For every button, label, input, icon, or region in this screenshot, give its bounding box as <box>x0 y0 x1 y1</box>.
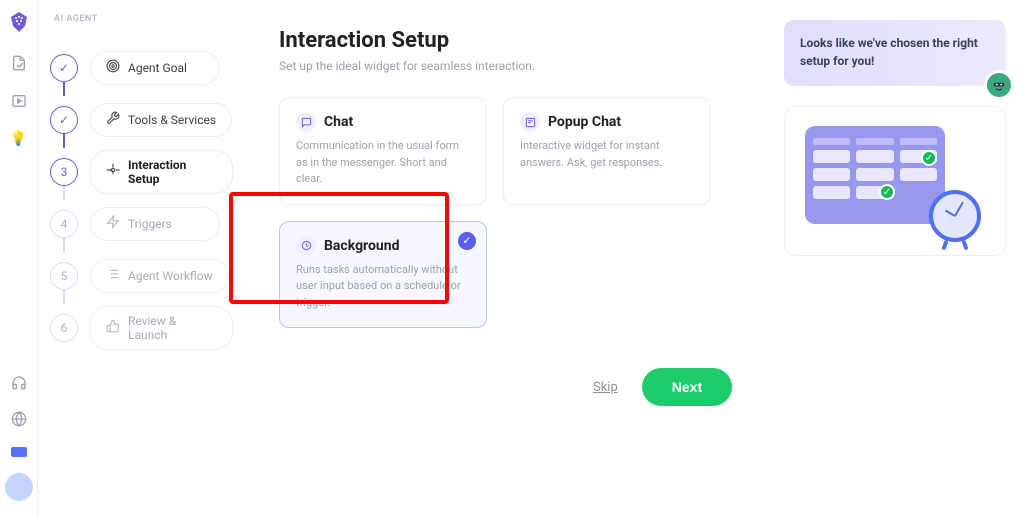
illustration-card: ✓ ✓ <box>784 106 1006 256</box>
step-indicator-2: ✓ <box>50 106 78 134</box>
step-triggers[interactable]: Triggers <box>90 207 220 241</box>
card-title: Background <box>324 238 399 254</box>
step-interaction-setup[interactable]: Interaction Setup <box>90 150 233 194</box>
battery-icon <box>11 447 27 457</box>
step-indicator-3: 3 <box>50 158 78 186</box>
page-title: Interaction Setup <box>279 28 760 53</box>
option-card-background[interactable]: ✓ Background Runs tasks automatically wi… <box>279 221 487 329</box>
globe-icon[interactable] <box>11 411 27 431</box>
file-icon[interactable] <box>11 55 27 75</box>
popup-icon <box>520 112 540 132</box>
interaction-icon <box>106 163 120 181</box>
option-card-popup[interactable]: Popup Chat Interactive widget for instan… <box>503 97 711 205</box>
bulb-icon[interactable]: 💡 <box>10 131 27 147</box>
main-content: Interaction Setup Set up the ideal widge… <box>233 0 784 517</box>
card-desc: Communication in the usual form as in th… <box>296 138 470 188</box>
card-desc: Runs tasks automatically without user in… <box>296 262 470 312</box>
thumbs-up-icon <box>106 319 120 337</box>
workflow-icon <box>106 267 120 285</box>
background-icon <box>296 236 316 256</box>
step-indicator-6: 6 <box>50 314 78 342</box>
step-agent-goal[interactable]: Agent Goal <box>90 51 220 85</box>
skip-link[interactable]: Skip <box>593 380 618 395</box>
card-title: Chat <box>324 114 353 130</box>
selected-check-icon: ✓ <box>458 232 476 250</box>
option-card-chat[interactable]: Chat Communication in the usual form as … <box>279 97 487 205</box>
step-tools-services[interactable]: Tools & Services <box>90 103 232 137</box>
sidebar-header: AI AGENT <box>50 14 233 24</box>
step-agent-workflow[interactable]: Agent Workflow <box>90 259 229 293</box>
card-title: Popup Chat <box>548 114 621 130</box>
headset-icon[interactable] <box>11 375 27 395</box>
step-indicator-5: 5 <box>50 262 78 290</box>
card-desc: Interactive widget for instant answers. … <box>520 138 694 171</box>
page-subtitle: Set up the ideal widget for seamless int… <box>279 59 760 73</box>
assistant-bubble: Looks like we've chosen the right setup … <box>784 20 1006 86</box>
sidebar: AI AGENT ✓ Agent Goal ✓ Tools & Services <box>38 0 233 517</box>
next-button[interactable]: Next <box>642 368 732 406</box>
target-icon <box>106 59 120 77</box>
step-indicator-1: ✓ <box>50 54 78 82</box>
user-avatar[interactable] <box>5 473 33 501</box>
left-rail: 💡 <box>0 0 38 517</box>
tools-icon <box>106 111 120 129</box>
chat-icon <box>296 112 316 132</box>
assistant-avatar-icon <box>984 70 1014 100</box>
trigger-icon <box>106 215 120 233</box>
step-review-launch[interactable]: Review & Launch <box>90 306 233 350</box>
step-indicator-4: 4 <box>50 210 78 238</box>
logo-icon <box>10 12 28 37</box>
right-panel: Looks like we've chosen the right setup … <box>784 0 1024 517</box>
video-icon[interactable] <box>11 93 27 113</box>
